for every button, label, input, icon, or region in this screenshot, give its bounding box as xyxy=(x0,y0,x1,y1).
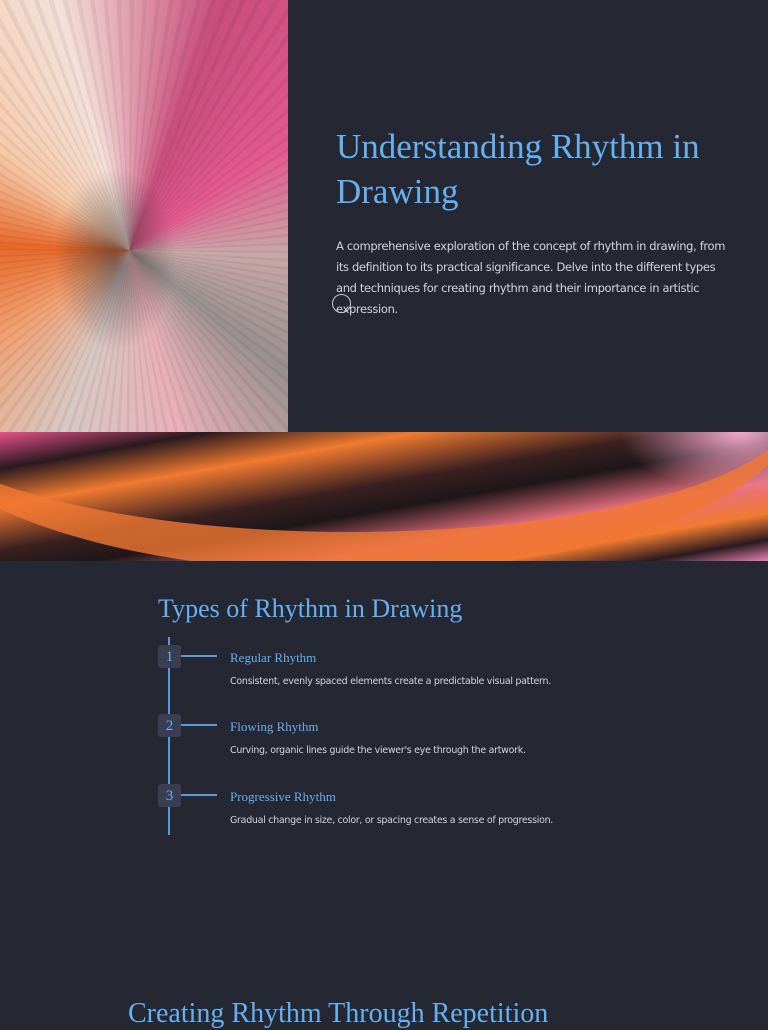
connector-line xyxy=(181,655,217,657)
repetition-heading: Creating Rhythm Through Repetition xyxy=(128,998,549,1029)
banner-abstract-image xyxy=(0,432,768,561)
item-title: Regular Rhythm xyxy=(230,650,317,665)
hero-abstract-image xyxy=(0,0,288,432)
types-heading: Types of Rhythm in Drawing xyxy=(158,594,463,623)
item-title: Progressive Rhythm xyxy=(230,789,336,804)
item-title: Flowing Rhythm xyxy=(230,719,319,734)
loading-circle-icon[interactable] xyxy=(332,294,351,313)
connector-line xyxy=(181,794,217,796)
step-number: 2 xyxy=(158,714,181,737)
page-title: Understanding Rhythm in Drawing xyxy=(336,127,700,211)
hero-section: Understanding Rhythm in Drawing A compre… xyxy=(336,124,736,320)
step-number: 1 xyxy=(158,645,181,668)
item-description: Curving, organic lines guide the viewer'… xyxy=(230,745,526,756)
item-description: Consistent, evenly spaced elements creat… xyxy=(230,676,551,687)
item-description: Gradual change in size, color, or spacin… xyxy=(230,815,554,826)
step-number: 3 xyxy=(158,784,181,807)
connector-line xyxy=(181,724,217,726)
hero-description: A comprehensive exploration of the conce… xyxy=(336,239,726,316)
